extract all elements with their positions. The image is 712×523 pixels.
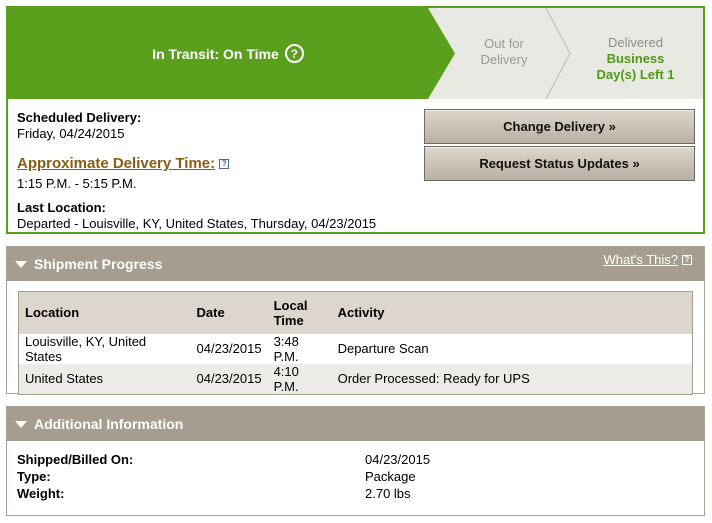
step-delivered: Delivered Business Day(s) Left 1 — [568, 35, 703, 83]
cell-time: 3:48 P.M. — [267, 333, 332, 364]
request-status-updates-button[interactable]: Request Status Updates » — [424, 146, 695, 181]
business-days-left: Business — [606, 51, 665, 66]
approx-delivery-time-link[interactable]: Approximate Delivery Time:? — [17, 155, 230, 172]
table-header-row: Location Date Local Time Activity — [18, 291, 693, 334]
step-in-transit: In Transit: On Time ? — [8, 8, 448, 99]
cell-date: 04/23/2015 — [190, 333, 268, 364]
help-square-icon[interactable]: ? — [682, 255, 692, 265]
shipment-progress-header[interactable]: Shipment Progress What's This?? — [7, 247, 704, 281]
col-local-time: Local Time — [267, 291, 332, 334]
change-delivery-button[interactable]: Change Delivery » — [424, 109, 695, 144]
collapse-triangle-icon[interactable] — [15, 420, 27, 428]
whats-this-link[interactable]: What's This?? — [604, 252, 692, 267]
type-label: Type: — [17, 469, 51, 484]
shipment-progress-title: Shipment Progress — [34, 256, 163, 272]
cell-time: 4:10 P.M. — [267, 363, 332, 394]
last-location-value: Departed - Louisville, KY, United States… — [17, 216, 377, 231]
cell-activity: Departure Scan — [331, 333, 693, 364]
cell-location: United States — [18, 363, 191, 394]
col-location: Location — [18, 291, 191, 334]
step-out-for-delivery: Out for Delivery — [480, 36, 528, 67]
scheduled-delivery-value: Friday, 04/24/2015 — [17, 126, 125, 141]
collapse-triangle-icon[interactable] — [15, 260, 27, 268]
shipment-progress-table: Location Date Local Time Activity Louisv… — [18, 291, 693, 395]
weight-value: 2.70 lbs — [365, 486, 411, 501]
cell-date: 04/23/2015 — [190, 363, 268, 394]
delivery-details: Scheduled Delivery: Friday, 04/24/2015 A… — [8, 99, 703, 232]
last-location-label: Last Location: — [17, 200, 106, 215]
type-value: Package — [365, 469, 416, 484]
shipped-billed-label: Shipped/Billed On: — [17, 452, 134, 467]
table-row: Louisville, KY, United States 04/23/2015… — [18, 333, 693, 364]
scheduled-delivery-label: Scheduled Delivery: — [17, 110, 142, 125]
additional-info-panel: Additional Information Shipped/Billed On… — [6, 406, 705, 516]
weight-label: Weight: — [17, 486, 65, 501]
step-in-transit-label: In Transit: On Time — [152, 45, 279, 62]
business-days-left-count: Day(s) Left 1 — [596, 67, 675, 82]
shipped-billed-value: 04/23/2015 — [365, 452, 431, 467]
col-activity: Activity — [331, 291, 693, 334]
approx-delivery-time-value: 1:15 P.M. - 5:15 P.M. — [17, 176, 137, 191]
help-circle-icon[interactable]: ? — [284, 44, 304, 63]
additional-info-title: Additional Information — [34, 416, 184, 432]
delivery-progress-stepper: In Transit: On Time ? Out for Delivery D… — [8, 8, 703, 99]
additional-info-header[interactable]: Additional Information — [7, 407, 704, 441]
status-card: In Transit: On Time ? Out for Delivery D… — [6, 6, 705, 234]
help-square-icon[interactable]: ? — [219, 159, 230, 169]
col-date: Date — [190, 291, 268, 334]
shipment-progress-panel: Shipment Progress What's This?? Location… — [6, 246, 705, 395]
cell-location: Louisville, KY, United States — [18, 333, 191, 364]
table-row: United States 04/23/2015 4:10 P.M. Order… — [18, 363, 693, 394]
cell-activity: Order Processed: Ready for UPS — [331, 363, 693, 394]
